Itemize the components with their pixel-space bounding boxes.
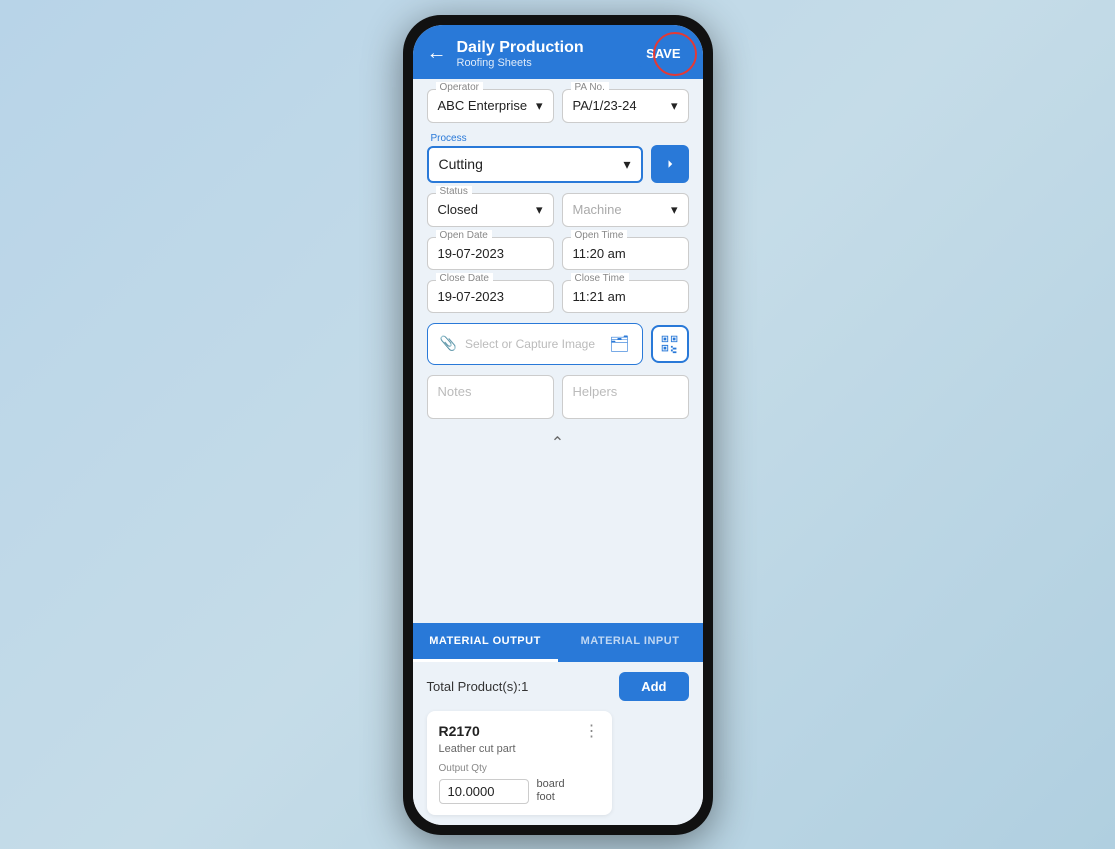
machine-field[interactable]: Machine ▾ xyxy=(562,193,689,227)
close-date-value[interactable]: 19-07-2023 xyxy=(428,281,553,312)
image-picker-placeholder: Select or Capture Image xyxy=(465,337,595,351)
notes-value[interactable]: Notes xyxy=(428,376,553,407)
machine-chevron-icon: ▾ xyxy=(671,202,678,218)
machine-text: Machine xyxy=(573,202,622,217)
output-unit: board foot xyxy=(537,778,565,804)
close-date-label: Close Date xyxy=(436,273,493,284)
header-title: Daily Production xyxy=(457,39,629,57)
product-card: R2170 ⋮ Leather cut part Output Qty boar… xyxy=(427,711,612,814)
pa-no-text: PA/1/23-24 xyxy=(573,98,637,113)
helpers-value[interactable]: Helpers xyxy=(563,376,688,407)
image-picker-row: 📎 Select or Capture Image 🗂 xyxy=(427,323,689,365)
operator-value[interactable]: ABC Enterprise ▾ xyxy=(428,90,553,122)
tab-material-input-label: MATERIAL INPUT xyxy=(581,635,680,647)
open-time-label: Open Time xyxy=(571,230,628,241)
save-btn-wrapper: SAVE xyxy=(638,40,688,67)
process-value: Cutting xyxy=(439,156,483,172)
notes-helpers-row: Notes Helpers xyxy=(427,375,689,419)
close-time-label: Close Time xyxy=(571,273,629,284)
back-button[interactable]: ← xyxy=(427,42,447,65)
tab-material-output-label: MATERIAL OUTPUT xyxy=(429,635,541,647)
open-time-value[interactable]: 11:20 am xyxy=(563,238,688,269)
helpers-placeholder: Helpers xyxy=(573,384,618,399)
main-content: Operator ABC Enterprise ▾ PA No. PA/1/23… xyxy=(413,79,703,624)
close-time-value[interactable]: 11:21 am xyxy=(563,281,688,312)
add-product-button[interactable]: Add xyxy=(619,672,688,701)
attachment-icon: 📎 xyxy=(440,335,457,352)
close-time-text: 11:21 am xyxy=(573,289,626,304)
open-date-field[interactable]: Open Date 19-07-2023 xyxy=(427,237,554,270)
material-output-content: Total Product(s):1 Add R2170 ⋮ Leather c… xyxy=(413,662,703,824)
product-name: Leather cut part xyxy=(439,743,600,755)
operator-label: Operator xyxy=(436,82,483,93)
product-card-header: R2170 ⋮ xyxy=(439,721,600,741)
folder-icon: 🗂 xyxy=(609,334,629,354)
operator-chevron-icon: ▾ xyxy=(536,98,543,114)
process-arrow-button[interactable] xyxy=(651,145,689,183)
process-chevron-icon: ▾ xyxy=(623,156,630,173)
helpers-field[interactable]: Helpers xyxy=(562,375,689,419)
tab-material-input[interactable]: MATERIAL INPUT xyxy=(558,623,703,662)
open-date-value[interactable]: 19-07-2023 xyxy=(428,238,553,269)
arrow-right-icon xyxy=(661,155,679,173)
unit-line1: board xyxy=(537,778,565,790)
save-button[interactable]: SAVE xyxy=(638,40,688,67)
pa-no-field[interactable]: PA No. PA/1/23-24 ▾ xyxy=(562,89,689,123)
close-date-field[interactable]: Close Date 19-07-2023 xyxy=(427,280,554,313)
status-value[interactable]: Closed ▾ xyxy=(428,194,553,226)
notes-field[interactable]: Notes xyxy=(427,375,554,419)
header-text: Daily Production Roofing Sheets xyxy=(457,39,629,69)
pa-no-label: PA No. xyxy=(571,82,609,93)
pa-no-chevron-icon: ▾ xyxy=(671,98,678,114)
phone-screen: ← Daily Production Roofing Sheets SAVE O… xyxy=(413,25,703,825)
open-date-text: 19-07-2023 xyxy=(438,246,505,261)
app-header: ← Daily Production Roofing Sheets SAVE xyxy=(413,25,703,79)
output-qty-label: Output Qty xyxy=(439,763,600,774)
header-subtitle: Roofing Sheets xyxy=(457,57,629,69)
pa-no-value[interactable]: PA/1/23-24 ▾ xyxy=(563,90,688,122)
status-field[interactable]: Status Closed ▾ xyxy=(427,193,554,227)
product-code: R2170 xyxy=(439,723,480,739)
open-date-label: Open Date xyxy=(436,230,492,241)
chevron-up-icon[interactable]: ⌃ xyxy=(551,433,564,453)
output-qty-row: board foot xyxy=(439,778,600,804)
phone-device: ← Daily Production Roofing Sheets SAVE O… xyxy=(403,15,713,835)
image-picker[interactable]: 📎 Select or Capture Image 🗂 xyxy=(427,323,643,365)
collapse-row[interactable]: ⌃ xyxy=(427,429,689,457)
operator-pa-row: Operator ABC Enterprise ▾ PA No. PA/1/23… xyxy=(427,89,689,123)
operator-text: ABC Enterprise xyxy=(438,98,528,113)
notes-placeholder: Notes xyxy=(438,384,472,399)
output-qty-input[interactable] xyxy=(439,779,529,804)
total-product-text: Total Product(s):1 xyxy=(427,679,529,694)
close-date-text: 19-07-2023 xyxy=(438,289,505,304)
open-datetime-row: Open Date 19-07-2023 Open Time 11:20 am xyxy=(427,237,689,270)
close-datetime-row: Close Date 19-07-2023 Close Time 11:21 a… xyxy=(427,280,689,313)
process-label: Process xyxy=(427,133,643,144)
process-select[interactable]: Cutting ▾ xyxy=(427,146,643,183)
qr-scan-button[interactable] xyxy=(651,325,689,363)
status-label: Status xyxy=(436,186,472,197)
material-tabs: MATERIAL OUTPUT MATERIAL INPUT xyxy=(413,623,703,662)
operator-field[interactable]: Operator ABC Enterprise ▾ xyxy=(427,89,554,123)
product-menu-button[interactable]: ⋮ xyxy=(584,721,600,741)
tab-material-output[interactable]: MATERIAL OUTPUT xyxy=(413,623,558,662)
unit-line2: foot xyxy=(537,791,555,803)
close-time-field[interactable]: Close Time 11:21 am xyxy=(562,280,689,313)
machine-value[interactable]: Machine ▾ xyxy=(563,194,688,226)
open-time-text: 11:20 am xyxy=(573,246,626,261)
status-machine-row: Status Closed ▾ Machine ▾ xyxy=(427,193,689,227)
status-chevron-icon: ▾ xyxy=(536,202,543,218)
status-text: Closed xyxy=(438,202,478,217)
qr-icon xyxy=(659,333,681,355)
process-row: Process Cutting ▾ xyxy=(427,133,689,183)
total-product-row: Total Product(s):1 Add xyxy=(427,672,689,701)
open-time-field[interactable]: Open Time 11:20 am xyxy=(562,237,689,270)
process-field-group: Process Cutting ▾ xyxy=(427,133,643,183)
